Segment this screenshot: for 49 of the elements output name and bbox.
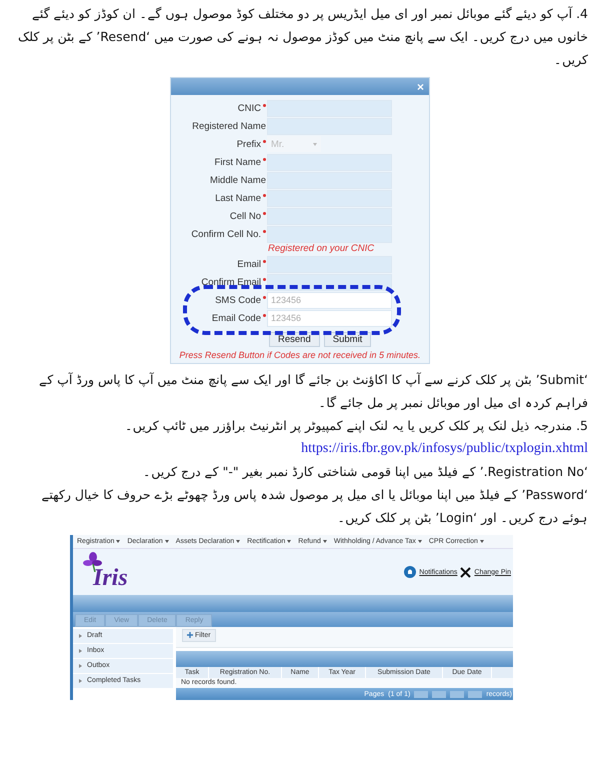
field-label: Prefix bbox=[171, 138, 267, 150]
field-label: CNIC bbox=[171, 102, 267, 114]
field-label: Email bbox=[171, 258, 267, 270]
pager-button[interactable] bbox=[450, 690, 464, 698]
input-field[interactable] bbox=[267, 100, 392, 116]
resend-note: Press Resend Button if Codes are not received in 5 minutes. bbox=[178, 350, 422, 360]
field-label: Email Code bbox=[171, 312, 267, 324]
instruction-paragraph: ‘Registration No.’ کے فیلڈ میں اپنا قومی شناختی کارڈ نمبر بغیر "-" کے درج کریں۔ bbox=[142, 463, 588, 481]
expand-arrow-icon bbox=[79, 634, 82, 638]
input-field[interactable]: 123456 bbox=[267, 310, 392, 326]
caret-icon bbox=[287, 540, 292, 543]
pager-button[interactable] bbox=[468, 690, 482, 698]
expand-arrow-icon bbox=[79, 649, 82, 653]
instruction-paragraph: ‘Password’ کے فیلڈ میں اپنا موبائل یا ای میل پر موصول شدہ پاس ورڈ چھوٹے بڑے حروف کا خیال رکھتے ہوئے درج کریں۔ اور ‘Login’ بٹن پر کلک کریں۔ bbox=[40, 486, 588, 527]
field-label: First Name bbox=[171, 156, 267, 168]
field-label: Confirm Email bbox=[171, 276, 267, 288]
plus-icon bbox=[187, 632, 193, 638]
caret-icon bbox=[164, 540, 169, 543]
field-label: Cell No bbox=[171, 210, 267, 222]
field-label: Middle Name bbox=[209, 174, 267, 186]
caret-icon bbox=[236, 540, 240, 543]
logo-text: Iris bbox=[93, 565, 128, 592]
field-label: Registered Name bbox=[191, 120, 267, 132]
login-link[interactable]: https://iris.fbr.gov.pk/infosys/public/txplogin.xhtml bbox=[301, 441, 588, 456]
input-field[interactable] bbox=[267, 190, 392, 206]
caret-icon bbox=[480, 540, 484, 543]
pager-button[interactable] bbox=[414, 690, 428, 698]
field-label: Confirm Cell No. bbox=[171, 228, 267, 240]
select-value: Mr. bbox=[271, 138, 284, 150]
input-field[interactable] bbox=[267, 208, 392, 224]
field-hint: Registered on your CNIC bbox=[267, 243, 376, 255]
caret-icon bbox=[418, 540, 422, 543]
instruction-paragraph: 4. آپ کو دیئے گئے موبائل نمبر اور ای میل ایڈریس پر دو مختلف کوڈ موصول ہوں گے۔ ان کوڈز کو دیئے گئے خانوں میں درج کریں۔ ایک سے پانچ منٹ میں کوڈز موصول نہ ہونے کی صورت میں ‘Resend’ کے بٹن پر کلک کریں۔ bbox=[17, 5, 588, 69]
caret-icon bbox=[116, 540, 120, 543]
input-field[interactable] bbox=[267, 256, 392, 272]
caret-icon bbox=[322, 540, 327, 543]
input-field[interactable] bbox=[267, 226, 392, 242]
input-field[interactable] bbox=[267, 154, 392, 170]
expand-arrow-icon bbox=[79, 679, 82, 683]
instruction-paragraph: ‘Submit’ بٹن پر کلک کرنے سے آپ کا اکاؤنٹ بن جائے گا اور ایک سے پانچ منٹ میں آپ کا پاس ورڈ آپ کے فراہم کردہ ای میل اور موبائل نمبر پر مل جائے گا۔ bbox=[38, 371, 588, 412]
tools-icon bbox=[460, 566, 472, 578]
expand-arrow-icon bbox=[79, 664, 82, 668]
field-label: Last Name bbox=[171, 192, 267, 204]
pager-button[interactable] bbox=[432, 690, 446, 698]
field-label: SMS Code bbox=[171, 294, 267, 306]
input-field[interactable]: 123456 bbox=[267, 292, 392, 308]
instruction-paragraph: 5. مندرجہ ذیل لنک پر کلک کریں یا یہ لنک اپنے کمپیوٹر پر انٹرنیٹ براؤزر میں ٹائپ کریں۔ bbox=[124, 417, 588, 435]
caret-icon bbox=[313, 142, 317, 146]
bell-icon bbox=[404, 566, 416, 578]
